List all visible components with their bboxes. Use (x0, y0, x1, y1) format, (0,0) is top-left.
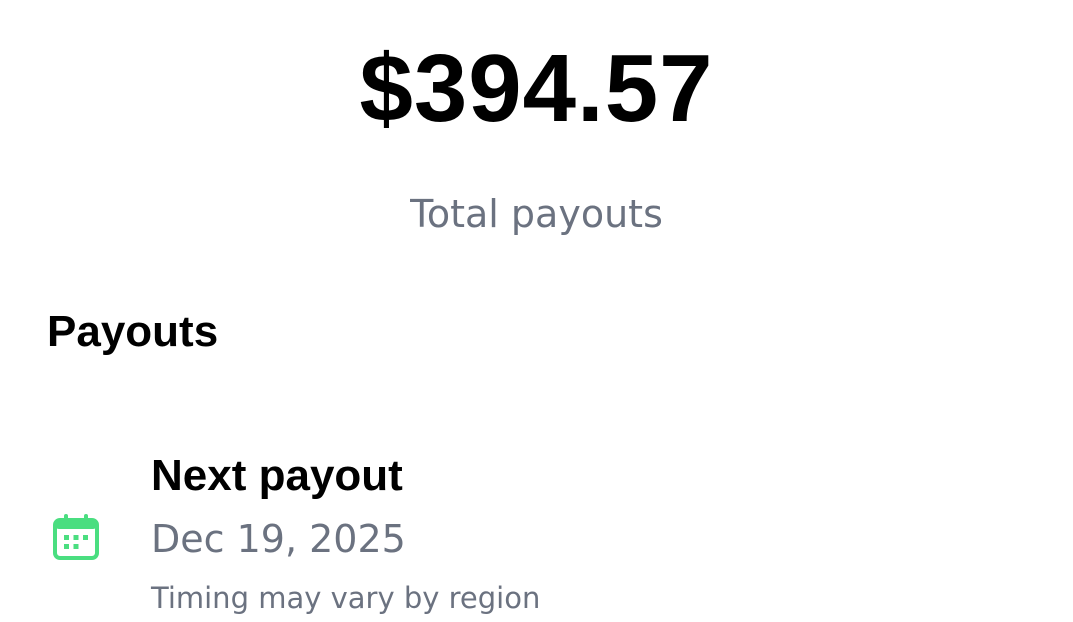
next-payout-title: Next payout (151, 451, 403, 500)
total-payout-amount: $394.57 (359, 35, 714, 142)
total-payout-label: Total payouts (410, 192, 663, 236)
next-payout-note: Timing may vary by region (151, 581, 541, 615)
payouts-section-title: Payouts (47, 307, 219, 356)
calendar-icon (51, 512, 101, 562)
next-payout-item[interactable]: Next payout Dec 19, 2025 Timing may vary… (0, 440, 1073, 622)
next-payout-date: Dec 19, 2025 (151, 517, 406, 561)
